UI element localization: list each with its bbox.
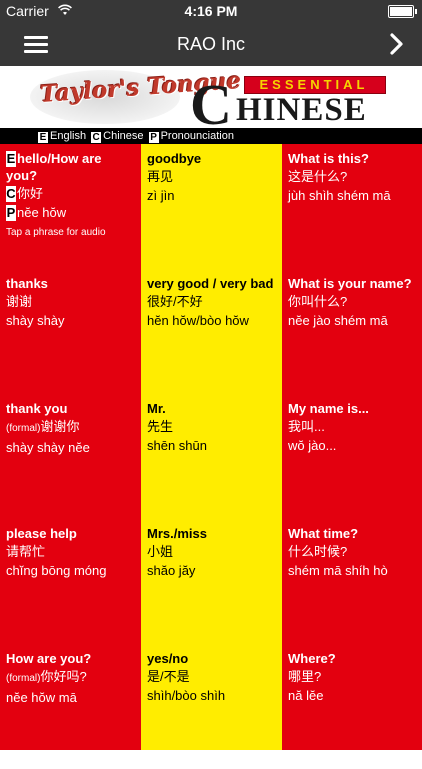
cell-key-english: E — [6, 151, 16, 167]
phrase-pronunciation: shēn shūn — [147, 438, 207, 453]
legend-key-chinese: C — [91, 132, 102, 143]
phrase-english: What is this? — [288, 151, 369, 166]
phrase-english: please help — [6, 526, 77, 541]
phrase-chinese: 我叫... — [288, 419, 325, 434]
phrase-pronunciation: nă lĕe — [288, 688, 324, 703]
audio-hint: Tap a phrase for audio — [6, 227, 106, 238]
phrase-english: How are you? — [6, 651, 92, 666]
phrase-english: My name is... — [288, 401, 369, 416]
phrase-chinese: 你叫什么? — [288, 294, 348, 309]
cell-key-pronunciation: P — [6, 205, 16, 221]
language-legend: E English C Chinese P Pronounciation — [0, 128, 422, 144]
phrase-chinese: 你好吗? — [40, 669, 87, 684]
battery-icon — [388, 5, 417, 18]
phrase-cell[interactable]: thank you (formal)谢谢你 shày shày nĕe — [0, 394, 141, 519]
phrase-cell[interactable]: What is this? 这是什么? jùh shìh shém mā — [282, 144, 422, 269]
phrase-chinese: 请帮忙 — [6, 544, 46, 559]
legend-label-chinese: Chinese — [103, 130, 144, 142]
phrase-cell[interactable]: goodbye 再见 zì jìn — [141, 144, 282, 269]
phrase-cell[interactable]: Mr. 先生 shēn shūn — [141, 394, 282, 519]
phrase-cell[interactable]: What time? 什么时候? shém mā shíh hò — [282, 519, 422, 644]
phrase-english: hello/How are you? — [6, 151, 102, 183]
legend-label-english: English — [50, 130, 87, 142]
phrase-cell[interactable]: Mrs./miss 小姐 shăo jăy — [141, 519, 282, 644]
phrase-pronunciation: nĕe hŏw — [17, 205, 67, 220]
phrase-chinese: 什么时候? — [288, 544, 348, 559]
cell-key-chinese: C — [6, 186, 16, 202]
essential-chinese-banner: Taylor's Tongue C ESSENTIAL HINESE — [0, 66, 422, 128]
navigation-bar: RAO Inc — [0, 22, 422, 66]
essential-label: ESSENTIAL — [259, 77, 369, 92]
phrase-pronunciation: nĕe hŏw mā — [6, 690, 77, 705]
phrase-english: thank you — [6, 401, 68, 416]
status-time: 4:16 PM — [184, 3, 238, 19]
phrase-column-right: What is this? 这是什么? jùh shìh shém mā Wha… — [282, 144, 422, 750]
banner-title-initial: C — [190, 72, 232, 129]
legend-key-pronunciation: P — [148, 132, 159, 143]
phrase-column-left: Ehello/How are you? C你好 Pnĕe hŏw Tap a p… — [0, 144, 141, 750]
phrase-grid: Ehello/How are you? C你好 Pnĕe hŏw Tap a p… — [0, 144, 422, 750]
phrase-english: Mr. — [147, 401, 166, 416]
phrase-cell[interactable]: My name is... 我叫... wŏ jào... — [282, 394, 422, 519]
phrase-chinese: 这是什么? — [288, 169, 348, 184]
phrase-pronunciation: shìh/bòo shìh — [147, 688, 226, 703]
phrase-chinese: 小姐 — [147, 544, 174, 559]
phrase-pronunciation: jùh shìh shém mā — [288, 188, 391, 203]
phrase-english: yes/no — [147, 651, 189, 666]
phrase-pronunciation: chĭng bōng móng — [6, 563, 107, 578]
legend-key-english: E — [38, 132, 48, 143]
phrase-chinese: 你好 — [17, 186, 44, 201]
phrase-cell[interactable]: Ehello/How are you? C你好 Pnĕe hŏw Tap a p… — [0, 144, 141, 269]
phrase-cell[interactable]: How are you? (formal)你好吗? nĕe hŏw mā — [0, 644, 141, 769]
phrase-english: What time? — [288, 526, 359, 541]
phrase-chinese: 先生 — [147, 419, 174, 434]
phrase-english: Mrs./miss — [147, 526, 207, 541]
phrase-english: thanks — [6, 276, 48, 291]
phrase-pronunciation: shém mā shíh hò — [288, 563, 388, 578]
banner-title-rest: HINESE — [236, 92, 367, 128]
phrase-chinese: 是/不是 — [147, 669, 190, 684]
phrase-chinese: 再见 — [147, 169, 174, 184]
phrase-chinese: 哪里? — [288, 669, 322, 684]
phrase-cell[interactable]: please help 请帮忙 chĭng bōng móng — [0, 519, 141, 644]
phrase-pronunciation: shày shày nĕe — [6, 440, 90, 455]
phrase-chinese: 很好/不好 — [147, 294, 203, 309]
phrase-pronunciation: hĕn hŏw/bòo hŏw — [147, 313, 249, 328]
phrase-english: What is your name? — [288, 276, 412, 291]
phrase-cell[interactable]: What is your name? 你叫什么? nĕe jào shém mā — [282, 269, 422, 394]
phrase-english: goodbye — [147, 151, 202, 166]
phrase-pronunciation: wŏ jào... — [288, 438, 337, 453]
status-bar: Carrier 4:16 PM — [0, 0, 422, 22]
phrase-pronunciation: shày shày — [6, 313, 65, 328]
phrase-english: very good / very bad — [147, 276, 274, 291]
formal-tag: (formal) — [6, 673, 41, 684]
phrase-chinese: 谢谢你 — [40, 419, 80, 434]
phrase-cell[interactable]: Where? 哪里? nă lĕe — [282, 644, 422, 769]
phrase-cell[interactable]: yes/no 是/不是 shìh/bòo shìh — [141, 644, 282, 769]
phrase-cell[interactable]: thanks 谢谢 shày shày — [0, 269, 141, 394]
phrase-chinese: 谢谢 — [6, 294, 33, 309]
chevron-right-icon — [390, 33, 403, 55]
phrase-column-middle: goodbye 再见 zì jìn very good / very bad 很… — [141, 144, 282, 750]
phrase-pronunciation: nĕe jào shém mā — [288, 313, 388, 328]
phrase-cell[interactable]: very good / very bad 很好/不好 hĕn hŏw/bòo h… — [141, 269, 282, 394]
next-button[interactable] — [388, 32, 406, 56]
page-title: RAO Inc — [176, 34, 246, 54]
phrase-pronunciation: shăo jăy — [147, 563, 196, 578]
phrase-pronunciation: zì jìn — [147, 188, 175, 203]
legend-label-pronunciation: Pronounciation — [160, 130, 234, 142]
phrase-english: Where? — [288, 651, 336, 666]
formal-tag: (formal) — [6, 423, 41, 434]
